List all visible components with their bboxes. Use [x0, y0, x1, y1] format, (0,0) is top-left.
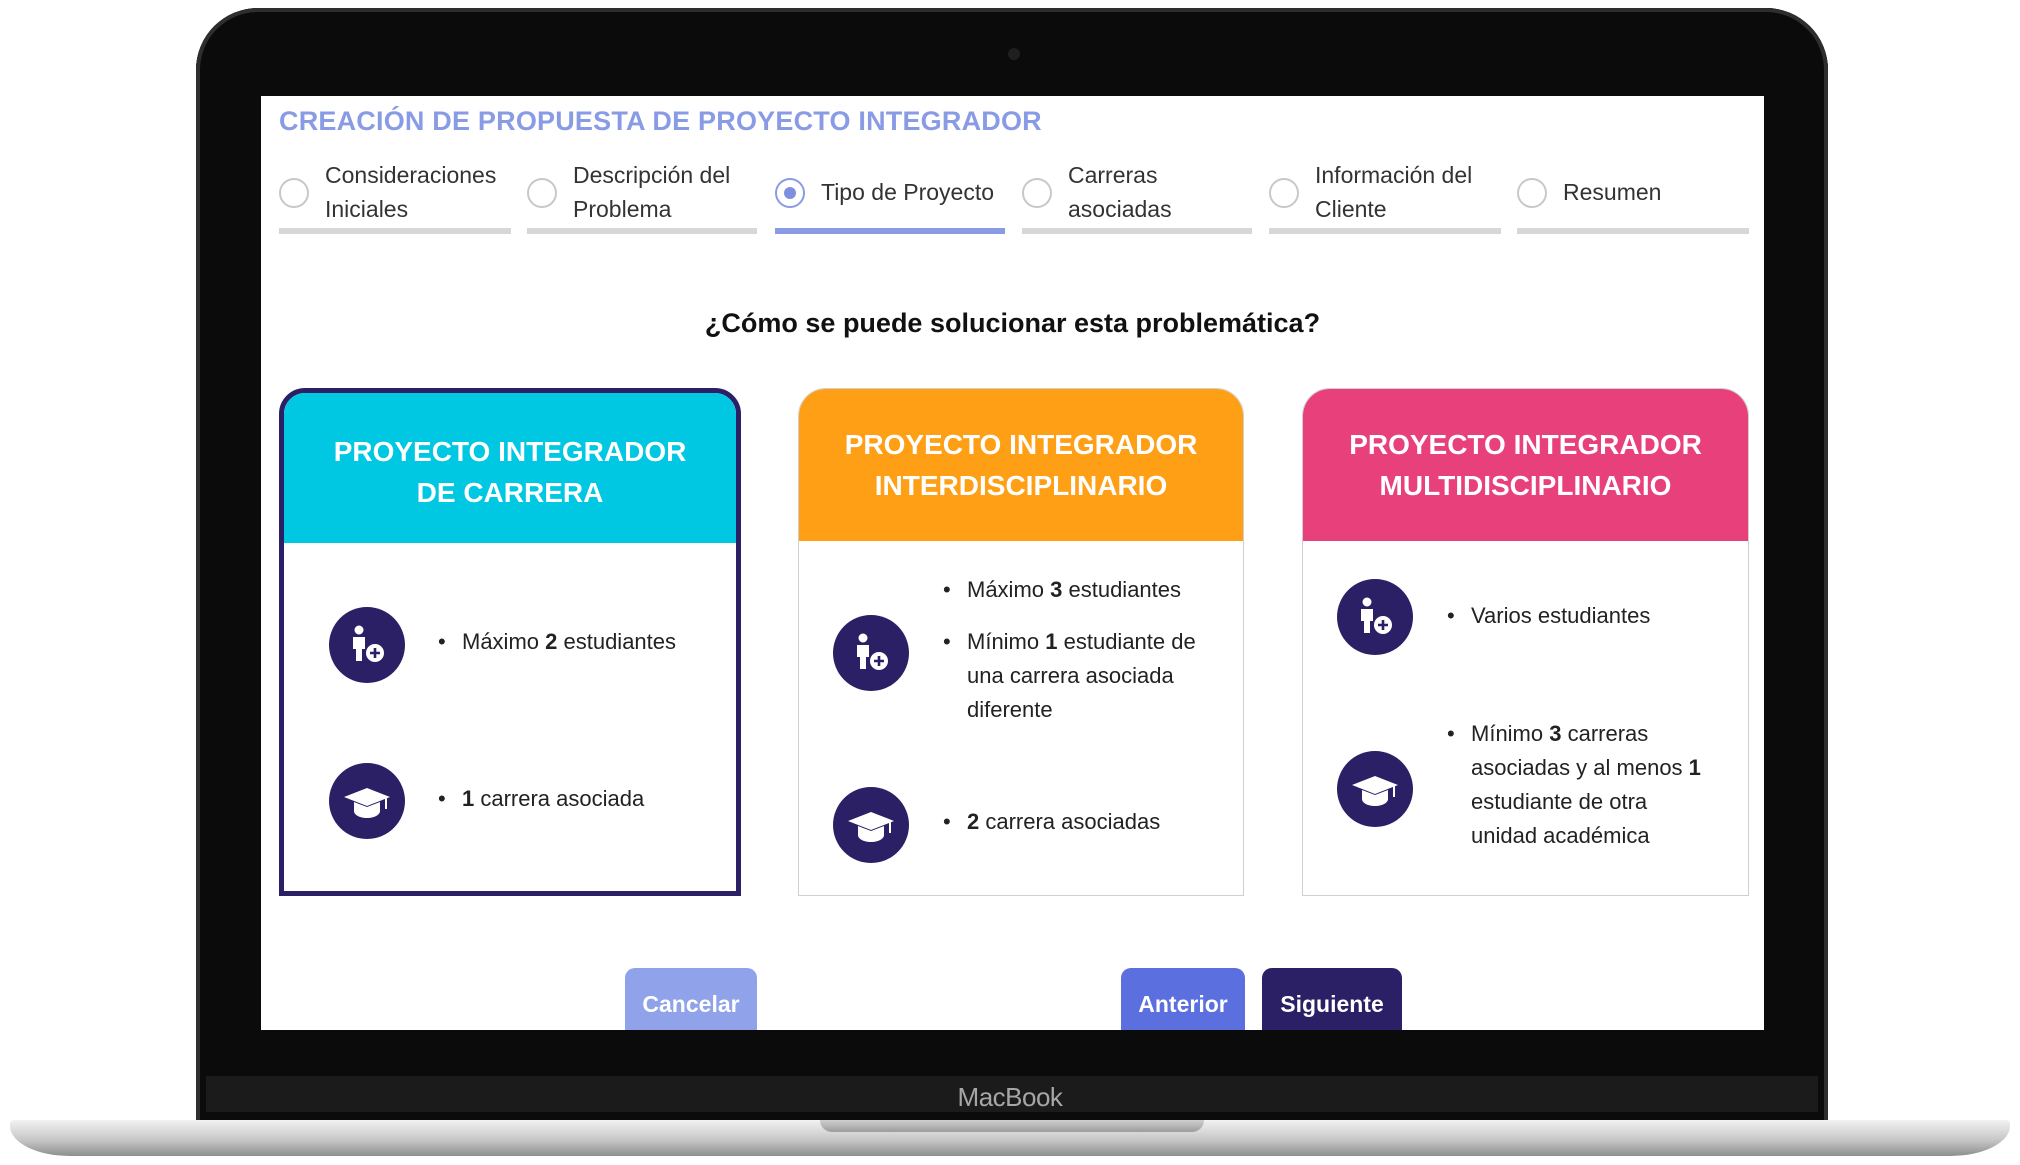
step-label: Resumen [1563, 179, 1662, 205]
step-radio[interactable] [1269, 178, 1299, 208]
step-resumen[interactable]: Resumen [1517, 158, 1749, 234]
next-button[interactable]: Siguiente [1262, 968, 1402, 1030]
card-proyecto-multidisciplinario[interactable]: PROYECTO INTEGRADOR MULTIDISCIPLINARIO V… [1302, 388, 1749, 896]
requirement-careers: 1 carrera asociada [438, 782, 644, 816]
graduation-cap-icon [833, 787, 909, 863]
stepper: Consideraciones Iniciales Descripción del… [279, 158, 1749, 234]
step-tipo-proyecto[interactable]: Tipo de Proyecto [775, 158, 1005, 234]
card-proyecto-interdisciplinario[interactable]: PROYECTO INTEGRADOR INTERDISCIPLINARIO M… [798, 388, 1244, 896]
step-progress-bar [1517, 228, 1749, 234]
page-title: CREACIÓN DE PROPUESTA DE PROYECTO INTEGR… [279, 106, 1042, 136]
card-header: PROYECTO INTEGRADOR MULTIDISCIPLINARIO [1303, 389, 1748, 541]
graduation-cap-icon [329, 763, 405, 839]
card-title: PROYECTO INTEGRADOR MULTIDISCIPLINARIO [1349, 429, 1702, 501]
person-add-icon [833, 615, 909, 691]
step-progress-bar [1269, 228, 1501, 234]
laptop-notch [820, 1120, 1204, 1132]
requirement-students: Máximo 2 estudiantes [438, 625, 676, 659]
card-title: PROYECTO INTEGRADOR INTERDISCIPLINARIO [844, 429, 1198, 501]
step-carreras[interactable]: Carreras asociadas [1022, 158, 1252, 234]
step-progress-bar [279, 228, 511, 234]
step-progress-bar [527, 228, 757, 234]
previous-button[interactable]: Anterior [1121, 968, 1245, 1030]
cancel-button[interactable]: Cancelar [625, 968, 757, 1030]
card-title: PROYECTO INTEGRADOR DE CARRERA [333, 436, 687, 508]
graduation-cap-icon [1337, 751, 1413, 827]
step-consideraciones[interactable]: Consideraciones Iniciales [279, 158, 511, 234]
step-progress-bar [775, 228, 1005, 234]
step-radio[interactable] [1517, 178, 1547, 208]
step-label: Información del Cliente [1315, 162, 1473, 222]
webcam [1008, 48, 1020, 60]
requirement-students: Varios estudiantes [1447, 599, 1650, 633]
step-descripcion[interactable]: Descripción del Problema [527, 158, 757, 234]
app-screen: CREACIÓN DE PROPUESTA DE PROYECTO INTEGR… [261, 96, 1764, 1030]
card-header: PROYECTO INTEGRADOR INTERDISCIPLINARIO [799, 389, 1243, 541]
device-brand-label: MacBook [957, 1082, 1063, 1112]
person-add-icon [1337, 579, 1413, 655]
question-heading: ¿Cómo se puede solucionar esta problemát… [704, 308, 1321, 338]
step-radio[interactable] [1022, 178, 1052, 208]
step-cliente[interactable]: Información del Cliente [1269, 158, 1501, 234]
person-add-icon [329, 607, 405, 683]
requirement-careers: Mínimo 3 carreras asociadas y al menos 1… [1447, 717, 1711, 853]
card-proyecto-carrera[interactable]: PROYECTO INTEGRADOR DE CARRERA Máximo 2 … [279, 388, 741, 896]
step-label: Carreras asociadas [1068, 162, 1172, 222]
step-progress-bar [1022, 228, 1252, 234]
requirement-students-max: Máximo 3 estudiantes [943, 573, 1181, 607]
step-radio[interactable] [527, 178, 557, 208]
step-radio-selected[interactable] [775, 178, 805, 208]
requirement-students-min: Mínimo 1 estudiante de una carrera asoci… [943, 625, 1197, 727]
step-label: Descripción del Problema [573, 162, 731, 222]
step-label: Tipo de Proyecto [821, 179, 995, 205]
card-header: PROYECTO INTEGRADOR DE CARRERA [284, 393, 736, 543]
step-radio[interactable] [279, 178, 309, 208]
requirement-careers: 2 carrera asociadas [943, 805, 1160, 839]
step-label: Consideraciones Iniciales [325, 162, 497, 222]
